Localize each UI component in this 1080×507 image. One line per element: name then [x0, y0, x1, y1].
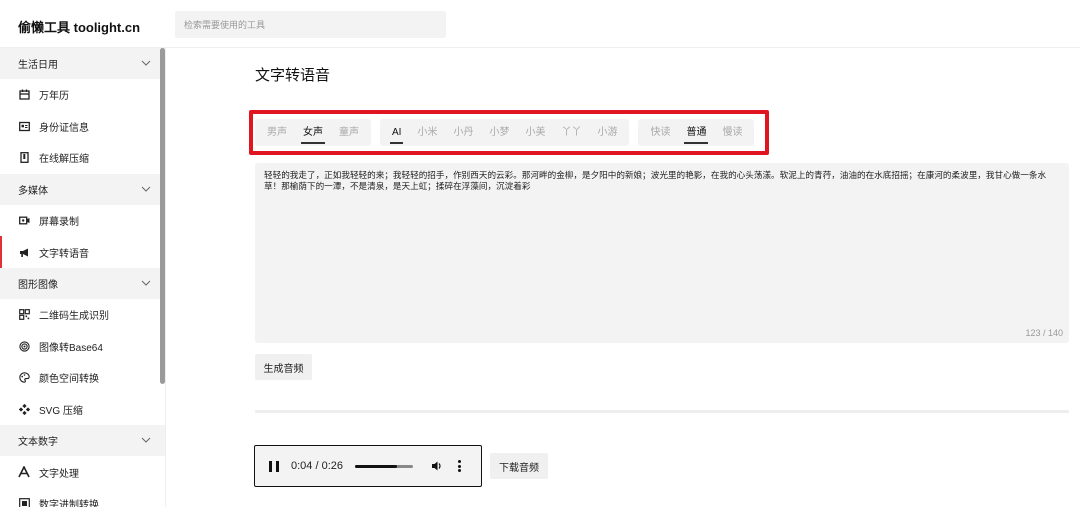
sidebar-item-label: 二维码生成识别 — [39, 311, 109, 323]
sidebar-item-text-process[interactable]: 文字处理 — [0, 456, 165, 488]
search-input[interactable] — [175, 11, 446, 38]
megaphone-icon — [18, 246, 30, 258]
volume-icon[interactable] — [431, 460, 443, 472]
sidebar-item-calendar[interactable]: 万年历 — [0, 79, 165, 111]
target-icon — [18, 340, 30, 352]
sidebar-item-label: SVG 压缩 — [39, 406, 83, 418]
sidebar-group-label: 多媒体 — [18, 185, 48, 197]
divider — [255, 410, 1069, 413]
screen-record-icon — [18, 215, 30, 227]
sidebar-item-base64[interactable]: 图像转Base64 — [0, 331, 165, 363]
sidebar-group-text[interactable]: 文本数字 — [0, 425, 165, 457]
char-counter: 123 / 140 — [1025, 328, 1063, 338]
sidebar-item-label: 身份证信息 — [39, 122, 89, 134]
qrcode-icon — [18, 309, 30, 321]
pause-icon[interactable] — [269, 460, 279, 472]
number-icon — [18, 498, 30, 507]
sidebar-group-label: 文本数字 — [18, 437, 58, 449]
sidebar-item-unzip[interactable]: 在线解压缩 — [0, 142, 165, 174]
sidebar-item-label: 数字进制转换 — [39, 500, 99, 507]
download-audio-button[interactable]: 下载音频 — [490, 453, 548, 479]
header: 偷懒工具 toolight.cn — [0, 0, 1080, 48]
sidebar-item-label: 颜色空间转换 — [39, 374, 99, 386]
sidebar-item-label: 文字转语音 — [39, 248, 89, 260]
sidebar-item-screen-record[interactable]: 屏幕录制 — [0, 205, 165, 237]
sidebar-group-label: 图形图像 — [18, 279, 58, 291]
sidebar: 生活日用 万年历 身份证信息 在线解压缩 多媒体 屏幕录制 文字转语音 图形图像… — [0, 48, 166, 507]
calendar-icon — [18, 89, 30, 101]
sidebar-group-graphics[interactable]: 图形图像 — [0, 267, 165, 299]
player-progress-fill — [355, 464, 397, 468]
sidebar-item-qrcode[interactable]: 二维码生成识别 — [0, 299, 165, 331]
sidebar-item-label: 文字处理 — [39, 468, 79, 480]
chevron-down-icon — [141, 280, 151, 286]
sidebar-group-label: 生活日用 — [18, 60, 58, 71]
chevron-down-icon — [141, 60, 151, 66]
audio-player[interactable]: 0:04 / 0:26 — [254, 445, 482, 487]
sidebar-item-id-card[interactable]: 身份证信息 — [0, 111, 165, 143]
text-content[interactable]: 轻轻的我走了，正如我轻轻的来；我轻轻的招手，作别西天的云彩。那河畔的金柳，是夕阳… — [264, 171, 1060, 193]
sidebar-item-color-space[interactable]: 颜色空间转换 — [0, 362, 165, 394]
player-time: 0:04 / 0:26 — [291, 460, 343, 472]
text-input-area[interactable]: 轻轻的我走了，正如我轻轻的来；我轻轻的招手，作别西天的云彩。那河畔的金柳，是夕阳… — [255, 163, 1069, 343]
site-logo[interactable]: 偷懒工具 toolight.cn — [18, 17, 140, 36]
sidebar-item-svg-compress[interactable]: SVG 压缩 — [0, 394, 165, 426]
id-card-icon — [18, 120, 30, 132]
sidebar-item-label: 图像转Base64 — [39, 342, 103, 354]
font-icon — [18, 466, 30, 478]
sidebar-group-life[interactable]: 生活日用 — [0, 48, 165, 79]
archive-icon — [18, 152, 30, 164]
sidebar-item-label: 万年历 — [39, 91, 69, 103]
chevron-down-icon — [141, 186, 151, 192]
sidebar-item-tts[interactable]: 文字转语音 — [0, 236, 165, 268]
sidebar-item-label: 屏幕录制 — [39, 217, 79, 229]
chevron-down-icon — [141, 437, 151, 444]
sidebar-item-label: 在线解压缩 — [39, 154, 89, 166]
sidebar-group-media[interactable]: 多媒体 — [0, 173, 165, 205]
more-options-icon[interactable] — [457, 460, 461, 472]
palette-icon — [18, 372, 30, 384]
highlight-box — [249, 110, 769, 155]
page-title: 文字转语音 — [255, 67, 331, 84]
sidebar-item-number-base[interactable]: 数字进制转换 — [0, 488, 165, 507]
player-progress-bar[interactable] — [355, 464, 413, 468]
generate-audio-button[interactable]: 生成音频 — [255, 354, 312, 380]
sidebar-scrollbar[interactable] — [160, 48, 165, 384]
svg-icon — [18, 404, 30, 416]
